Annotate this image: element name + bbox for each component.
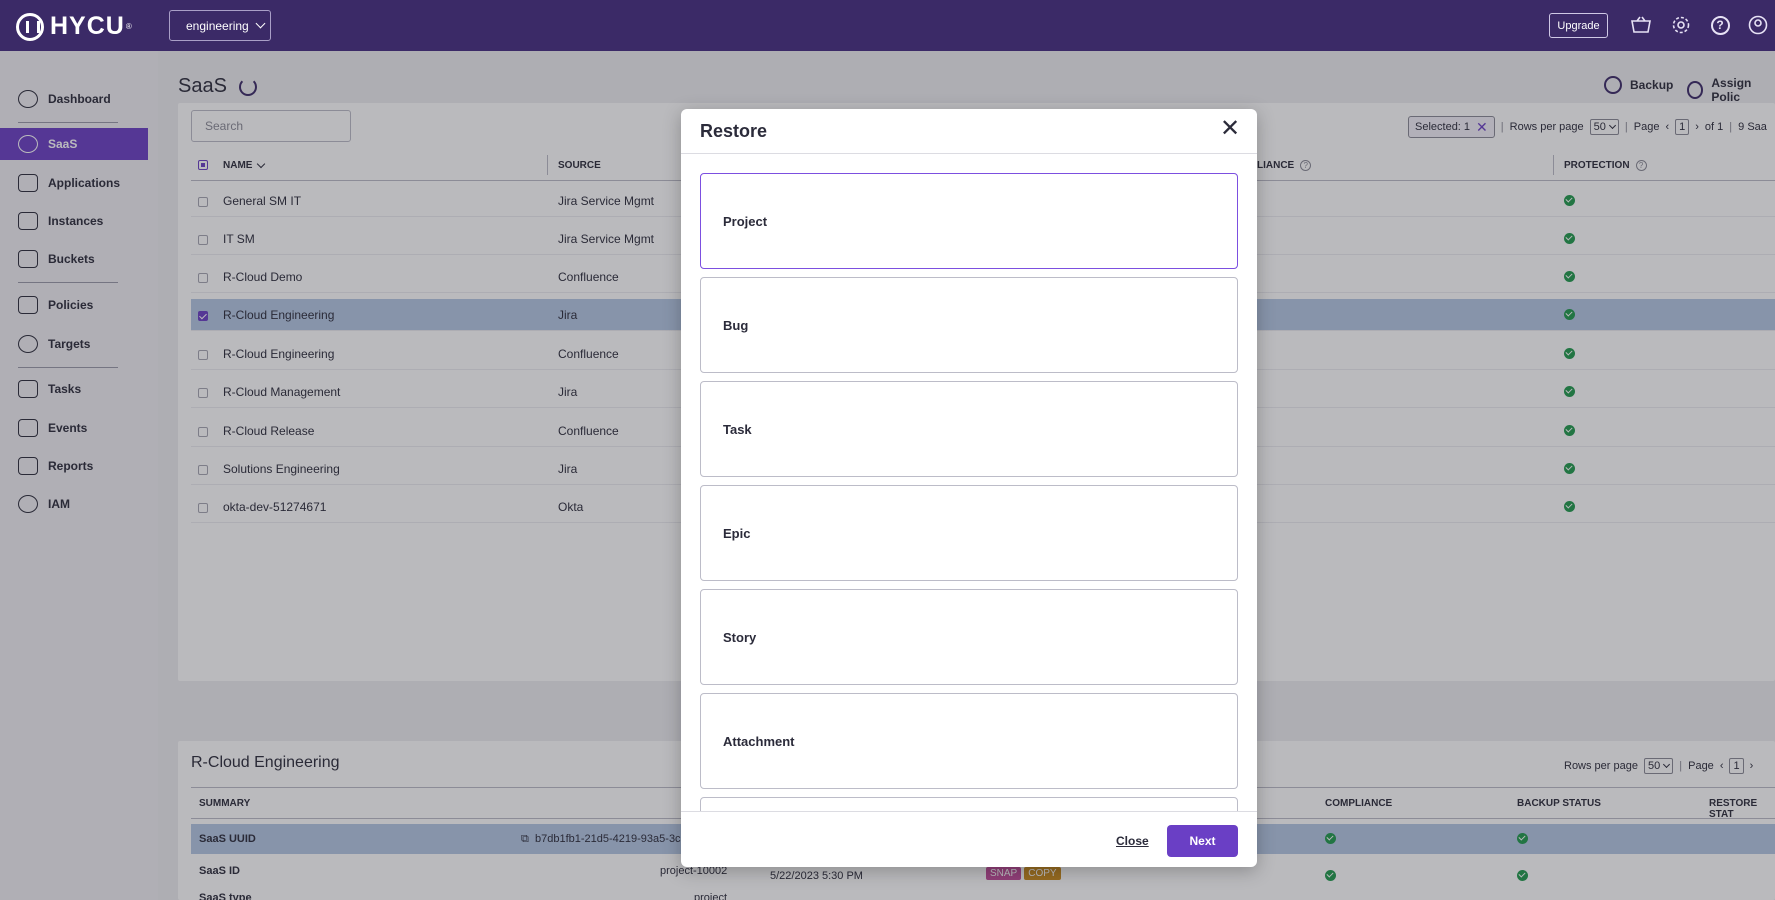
restore-option-task[interactable]: Task: [700, 381, 1238, 477]
modal-title: Restore: [700, 121, 768, 141]
restore-option-bug[interactable]: Bug: [700, 277, 1238, 373]
top-bar: HYCU ® engineering Upgrade ?: [0, 0, 1775, 51]
help-icon[interactable]: ?: [1709, 14, 1731, 36]
restore-option-attachment[interactable]: Attachment: [700, 693, 1238, 789]
user-icon[interactable]: [1747, 14, 1769, 36]
upgrade-button[interactable]: Upgrade: [1549, 13, 1608, 38]
restore-option-more[interactable]: [700, 797, 1238, 812]
gear-icon[interactable]: [1670, 14, 1692, 36]
restore-option-epic[interactable]: Epic: [700, 485, 1238, 581]
restore-option-project[interactable]: Project: [700, 173, 1238, 269]
cart-icon[interactable]: [1630, 14, 1652, 36]
close-button[interactable]: Close: [1116, 834, 1149, 848]
chevron-down-icon: [255, 18, 266, 29]
restore-modal: Restore ✕ Project Bug Task Epic Story At…: [681, 109, 1257, 867]
modal-footer: Close Next: [681, 812, 1257, 867]
hycu-logo-mark-icon: [16, 12, 44, 41]
next-button[interactable]: Next: [1167, 825, 1238, 857]
restore-options-list: Project Bug Task Epic Story Attachment: [681, 153, 1257, 812]
environment-select[interactable]: engineering: [169, 10, 271, 41]
hycu-logo[interactable]: HYCU ®: [16, 12, 133, 41]
close-icon[interactable]: ✕: [1219, 117, 1241, 141]
restore-option-story[interactable]: Story: [700, 589, 1238, 685]
